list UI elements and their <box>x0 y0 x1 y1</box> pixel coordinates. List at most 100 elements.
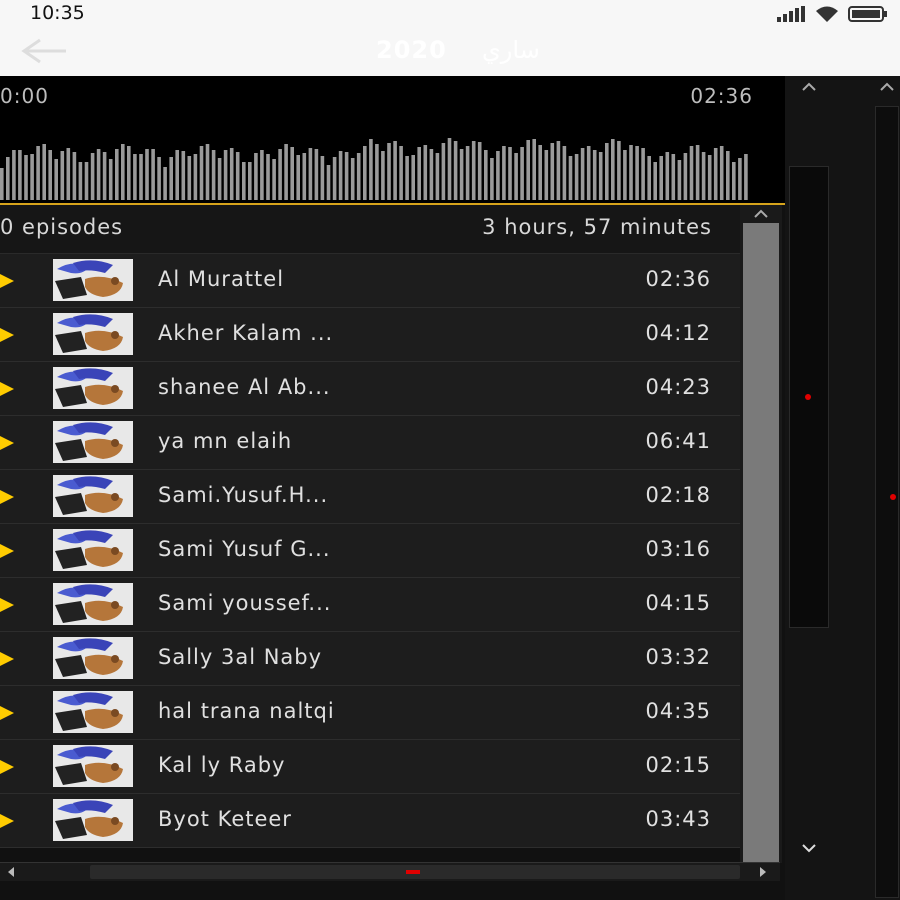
waveform-bar <box>653 162 657 200</box>
episode-duration: 04:35 <box>645 699 711 723</box>
waveform-bar <box>96 149 101 200</box>
waveform-bar <box>12 150 16 200</box>
waveform-bar <box>556 141 561 200</box>
page-title-sub: ساري <box>482 36 540 64</box>
episode-thumbnail <box>53 421 133 463</box>
play-arrow-icon[interactable] <box>0 436 14 450</box>
waveform-bar <box>272 159 276 200</box>
waveform-bar <box>30 154 34 200</box>
waveform[interactable] <box>0 116 780 201</box>
far-scroll-marker <box>890 494 896 500</box>
episode-duration: 03:32 <box>645 645 711 669</box>
episode-row[interactable]: ya mn elaih 06:41 <box>0 416 740 470</box>
waveform-bar <box>586 146 591 200</box>
waveform-bar <box>726 151 730 200</box>
episode-row[interactable]: Byot Keteer 03:43 <box>0 794 740 848</box>
waveform-bar <box>199 146 204 200</box>
waveform-bar <box>102 152 107 200</box>
waveform-bar <box>550 143 555 200</box>
waveform-bar <box>211 150 216 200</box>
play-arrow-icon[interactable] <box>0 814 14 828</box>
waveform-bar <box>641 148 645 200</box>
episode-title: ya mn elaih <box>158 429 293 453</box>
waveform-bar <box>108 159 113 200</box>
episode-row[interactable]: Akher Kalam ... 04:12 <box>0 308 740 362</box>
far-scroll-track[interactable] <box>875 106 899 898</box>
play-arrow-icon[interactable] <box>0 382 14 396</box>
episode-thumbnail <box>53 529 133 571</box>
waveform-bar <box>647 156 651 200</box>
waveform-bar <box>350 158 355 200</box>
waveform-bar <box>399 146 403 200</box>
episode-row[interactable]: Sami Yusuf G... 03:16 <box>0 524 740 578</box>
far-scroll-up-icon[interactable] <box>875 80 899 94</box>
waveform-bar <box>665 152 670 200</box>
side-scroll-panel <box>785 76 900 900</box>
episode-row[interactable]: hal trana naltqi 04:35 <box>0 686 740 740</box>
battery-icon <box>848 6 887 22</box>
episodes-summary: 0 episodes 3 hours, 57 minutes <box>0 205 740 254</box>
back-arrow-icon[interactable] <box>18 38 70 64</box>
scroll-left-icon[interactable] <box>4 864 18 880</box>
current-time: 0:00 <box>0 84 49 108</box>
scrollbar-thumb[interactable] <box>743 223 779 863</box>
waveform-bar <box>508 147 512 200</box>
waveform-bar <box>526 140 530 200</box>
waveform-bar <box>66 148 71 200</box>
waveform-bar <box>145 149 149 200</box>
waveform-bar <box>496 151 500 200</box>
waveform-bar <box>223 150 228 200</box>
horizontal-scrollbar[interactable] <box>0 862 780 881</box>
play-arrow-icon[interactable] <box>0 490 14 504</box>
play-arrow-icon[interactable] <box>0 544 14 558</box>
episode-title: Sami youssef... <box>158 591 332 615</box>
waveform-bar <box>605 143 609 200</box>
waveform-bar <box>435 153 440 200</box>
episode-thumbnail <box>53 637 133 679</box>
side-scroll-up-icon[interactable] <box>789 80 829 94</box>
play-arrow-icon[interactable] <box>0 328 14 342</box>
episode-thumbnail <box>53 691 133 733</box>
waveform-bar <box>133 154 137 200</box>
play-arrow-icon[interactable] <box>0 706 14 720</box>
waveform-bar <box>181 151 186 200</box>
waveform-bar <box>701 152 706 200</box>
waveform-bar <box>78 162 83 200</box>
waveform-bar <box>375 144 379 200</box>
waveform-bar <box>0 168 4 200</box>
episode-title: Kal ly Raby <box>158 753 286 777</box>
wifi-icon <box>816 6 838 22</box>
episode-row[interactable]: Al Murattel 02:36 <box>0 254 740 308</box>
waveform-bar <box>417 147 421 200</box>
side-scroll-down-icon[interactable] <box>789 841 829 855</box>
episode-row[interactable]: Sally 3al Naby 03:32 <box>0 632 740 686</box>
episode-duration: 02:15 <box>645 753 711 777</box>
play-arrow-icon[interactable] <box>0 760 14 774</box>
waveform-bar <box>707 155 712 200</box>
episode-duration: 04:15 <box>645 591 711 615</box>
episode-row[interactable]: Sami youssef... 04:15 <box>0 578 740 632</box>
episode-duration: 06:41 <box>645 429 711 453</box>
scroll-up-icon[interactable] <box>741 207 781 221</box>
play-arrow-icon[interactable] <box>0 274 14 288</box>
waveform-bar <box>592 150 597 200</box>
episode-row[interactable]: Sami.Yusuf.H... 02:18 <box>0 470 740 524</box>
waveform-bar <box>151 149 155 200</box>
scroll-right-icon[interactable] <box>756 864 770 880</box>
episode-row[interactable]: shanee Al Ab... 04:23 <box>0 362 740 416</box>
play-arrow-icon[interactable] <box>0 652 14 666</box>
waveform-bar <box>6 157 10 200</box>
waveform-bar <box>163 167 167 200</box>
waveform-bar <box>242 162 246 200</box>
signal-icon <box>777 6 805 22</box>
vertical-scrollbar[interactable] <box>740 205 782 863</box>
waveform-bar <box>453 141 458 200</box>
waveform-bar <box>302 153 307 200</box>
episode-thumbnail <box>53 799 133 841</box>
episode-row[interactable]: Kal ly Raby 02:15 <box>0 740 740 794</box>
waveform-bar <box>338 151 343 200</box>
waveform-bar <box>356 153 361 200</box>
play-arrow-icon[interactable] <box>0 598 14 612</box>
episode-title: hal trana naltqi <box>158 699 335 723</box>
waveform-bar <box>121 144 125 200</box>
